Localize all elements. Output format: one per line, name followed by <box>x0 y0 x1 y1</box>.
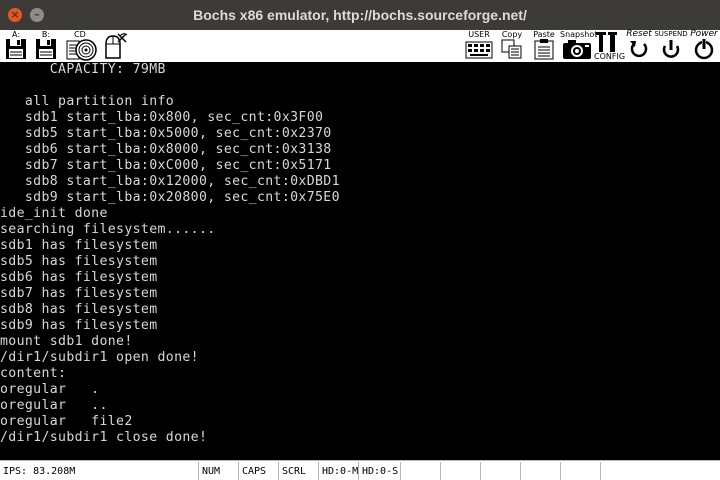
power-button[interactable]: Power <box>688 30 720 62</box>
bochs-toolbar: A: B: CD USER Copy Paste Snapshot CONFIG… <box>0 30 720 62</box>
config-button[interactable]: CONFIG <box>594 30 626 62</box>
caps-lock-indicator: CAPS <box>242 466 267 477</box>
reset-button[interactable]: Reset <box>624 30 654 62</box>
console-line: sdb5 start_lba:0x5000, sec_cnt:0x2370 <box>0 126 332 141</box>
camera-icon <box>563 40 591 59</box>
power-icon <box>694 39 714 60</box>
title-bar[interactable]: × – Bochs x86 emulator, http://bochs.sou… <box>0 0 720 30</box>
floppy-b-button[interactable]: B: <box>32 30 60 62</box>
window-title: Bochs x86 emulator, http://bochs.sourcef… <box>193 7 527 23</box>
reset-icon <box>630 41 648 58</box>
hd0-master-indicator: HD:0-M <box>322 466 359 477</box>
mouse-capture-button[interactable] <box>100 30 130 62</box>
console-line: sdb9 has filesystem <box>0 318 158 333</box>
num-lock-indicator: NUM <box>202 466 221 477</box>
console-output: CAPACITY: 79MB all partition info sdb1 s… <box>0 62 720 446</box>
console-line: /dir1/subdir1 open done! <box>0 350 199 365</box>
console-line: searching filesystem...... <box>0 222 216 237</box>
snapshot-button[interactable]: Snapshot <box>560 30 597 62</box>
console-line: oregular file2 <box>0 414 133 429</box>
console-line: sdb1 has filesystem <box>0 238 158 253</box>
ips-readout: IPS: 83.208M <box>3 466 76 477</box>
copy-button[interactable]: Copy <box>498 30 526 62</box>
console-line: sdb8 start_lba:0x12000, sec_cnt:0xDBD1 <box>0 174 340 189</box>
status-divider <box>318 462 319 480</box>
suspend-icon <box>662 40 680 58</box>
emulator-screen[interactable]: CAPACITY: 79MB all partition info sdb1 s… <box>0 62 720 460</box>
console-line: ide_init done <box>0 206 108 221</box>
status-divider <box>440 462 441 480</box>
console-line: content: <box>0 366 67 381</box>
console-line: oregular . <box>0 382 100 397</box>
status-divider <box>520 462 521 480</box>
status-bar: IPS: 83.208M NUM CAPS SCRL HD:0-M HD:0-S <box>0 460 720 480</box>
status-divider <box>278 462 279 480</box>
console-line: sdb1 start_lba:0x800, sec_cnt:0x3F00 <box>0 110 324 125</box>
console-line: sdb6 start_lba:0x8000, sec_cnt:0x3138 <box>0 142 332 157</box>
console-line: sdb7 has filesystem <box>0 286 158 301</box>
config-label: CONFIG <box>594 52 626 61</box>
status-divider <box>560 462 561 480</box>
console-line: /dir1/subdir1 close done! <box>0 430 208 445</box>
scroll-lock-indicator: SCRL <box>282 466 307 477</box>
floppy-icon <box>36 39 56 59</box>
paste-button[interactable]: Paste <box>530 30 558 62</box>
console-line: sdb6 has filesystem <box>0 270 158 285</box>
bochs-window: × – Bochs x86 emulator, http://bochs.sou… <box>0 0 720 480</box>
hd0-slave-indicator: HD:0-S <box>362 466 399 477</box>
console-line: mount sdb1 done! <box>0 334 133 349</box>
suspend-button[interactable]: SUSPEND <box>654 30 688 62</box>
status-divider <box>238 462 239 480</box>
cdrom-button[interactable]: CD <box>64 30 98 62</box>
console-line: all partition info <box>0 94 175 109</box>
paste-icon <box>534 39 554 60</box>
console-line: CAPACITY: 79MB <box>0 62 166 77</box>
floppy-a-button[interactable]: A: <box>2 30 30 62</box>
user-button[interactable]: USER <box>464 30 494 62</box>
status-divider <box>480 462 481 480</box>
console-line: sdb9 start_lba:0x20800, sec_cnt:0x75E0 <box>0 190 340 205</box>
status-divider <box>358 462 359 480</box>
copy-icon <box>501 39 522 59</box>
console-line: sdb8 has filesystem <box>0 302 158 317</box>
floppy-icon <box>6 39 26 59</box>
console-line: sdb7 start_lba:0xC000, sec_cnt:0x5171 <box>0 158 332 173</box>
status-divider <box>400 462 401 480</box>
keyboard-icon <box>465 41 493 59</box>
console-line: sdb5 has filesystem <box>0 254 158 269</box>
cdrom-icon <box>66 39 97 61</box>
status-divider <box>600 462 601 480</box>
console-line: oregular .. <box>0 398 108 413</box>
mouse-icon <box>105 33 128 59</box>
status-divider <box>198 462 199 480</box>
